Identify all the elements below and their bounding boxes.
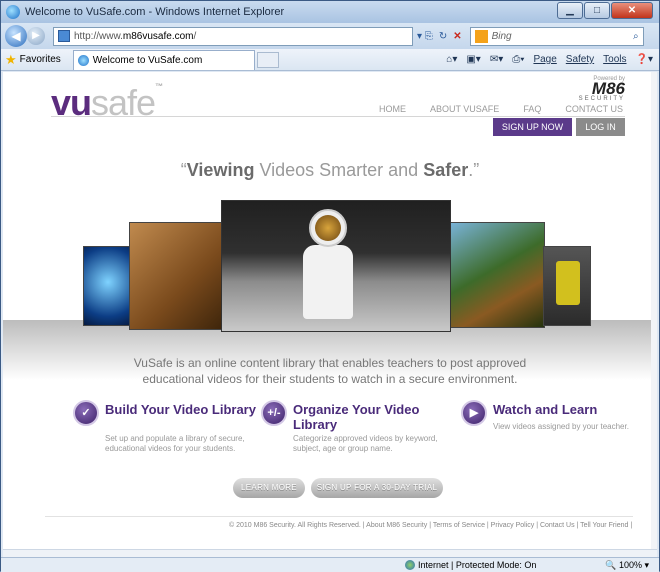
back-button[interactable]: ◀	[5, 25, 27, 47]
favorites-button[interactable]: Favorites	[20, 54, 61, 65]
forward-button[interactable]: ▶	[27, 27, 45, 45]
dinosaur-thumbnail[interactable]	[449, 222, 545, 328]
compatibility-icon[interactable]: ▾ ⎘	[417, 31, 433, 42]
window-title: Welcome to VuSafe.com - Windows Internet…	[25, 6, 285, 18]
stop-icon[interactable]: ✕	[453, 31, 461, 42]
feeds-icon[interactable]: ▣▾	[466, 54, 480, 65]
hieroglyphs-thumbnail[interactable]	[129, 222, 223, 330]
status-bar: Internet | Protected Mode: On 🔍 100% ▾	[1, 557, 659, 572]
footer-links[interactable]: © 2010 M86 Security. All Rights Reserved…	[229, 522, 632, 529]
trial-signup-button[interactable]: SIGN UP FOR A 30-DAY TRIAL	[311, 478, 443, 498]
nav-contact[interactable]: CONTACT US	[565, 104, 623, 114]
robot-thumbnail[interactable]	[543, 246, 591, 326]
address-row: ◀ ▶ http://www. m86vusafe.com / ▾ ⎘ ↻ ✕ Bi…	[1, 23, 659, 49]
refresh-icon[interactable]: ↻	[439, 31, 447, 42]
intro-description: VuSafe is an online content library that…	[133, 356, 527, 386]
sign-up-button[interactable]: SIGN UP NOW	[493, 118, 572, 136]
safety-menu[interactable]: Safety	[566, 54, 594, 65]
tagline-viewing: Viewing	[186, 160, 255, 180]
url-domain: m86vusafe.com	[122, 30, 194, 42]
logo-tm: ™	[155, 82, 163, 91]
minimize-button[interactable]: ▁	[557, 2, 583, 19]
new-tab-button[interactable]	[256, 51, 279, 68]
zone-text: Internet | Protected Mode: On	[418, 560, 537, 570]
globe-icon	[405, 560, 415, 570]
tagline-safer: Safer	[423, 160, 469, 180]
zoom-value: 100%	[618, 559, 642, 570]
security-zone[interactable]: Internet | Protected Mode: On	[405, 560, 536, 570]
feature-title[interactable]: Watch and Learn	[493, 402, 653, 417]
learn-more-button[interactable]: LEARN MORE	[233, 478, 305, 498]
browser-window: Welcome to VuSafe.com - Windows Internet…	[0, 0, 660, 572]
m86-mark: M86	[591, 79, 625, 98]
command-bar: ⌂▾ ▣▾ ✉▾ ⎙▾ Page Safety Tools ❓▾	[446, 54, 653, 65]
feature-desc: Categorize approved videos by keyword, s…	[293, 434, 438, 453]
tools-menu[interactable]: Tools	[603, 54, 626, 65]
favorites-star-icon[interactable]: ★	[5, 52, 17, 68]
robot-figure	[556, 261, 580, 305]
title-bar: Welcome to VuSafe.com - Windows Internet…	[1, 1, 659, 23]
horizontal-scrollbar[interactable]	[3, 549, 657, 557]
jellyfish-thumbnail[interactable]	[83, 246, 133, 326]
m86-logo[interactable]: Powered by M86 SECURITY	[579, 76, 625, 102]
maximize-button[interactable]: □	[584, 2, 610, 19]
feature-desc: Set up and populate a library of secure,…	[105, 434, 245, 453]
url-prefix: http://www.	[74, 30, 123, 42]
nav-faq[interactable]: FAQ	[523, 104, 541, 114]
tab-vusafe[interactable]: Welcome to VuSafe.com	[72, 49, 255, 70]
checkmark-icon: ✓	[73, 400, 99, 426]
play-icon: ▶	[461, 400, 487, 426]
home-icon[interactable]: ⌂▾	[446, 54, 457, 65]
search-icon[interactable]: ⌕	[633, 31, 639, 42]
print-icon[interactable]: ⎙▾	[512, 54, 524, 65]
url-suffix: /	[193, 30, 197, 42]
feature-title[interactable]: Organize Your Video Library	[293, 402, 453, 432]
page-menu[interactable]: Page	[533, 54, 556, 65]
feature-title[interactable]: Build Your Video Library	[105, 402, 265, 417]
tagline-quote-close: .”	[468, 160, 480, 180]
header-divider	[51, 116, 625, 117]
ie-logo-icon	[6, 5, 20, 19]
feature-desc: View videos assigned by your teacher.	[493, 422, 629, 431]
help-icon[interactable]: ❓▾	[636, 54, 653, 65]
address-bar[interactable]: http://www. m86vusafe.com /	[53, 26, 413, 46]
plus-minus-icon: +/-	[261, 400, 287, 426]
zoom-level[interactable]: 🔍 100% ▾	[605, 560, 649, 571]
vusafe-logo[interactable]: vusafe™	[51, 82, 163, 124]
astronaut-figure	[301, 209, 355, 321]
log-in-button[interactable]: LOG IN	[576, 118, 625, 136]
tagline: “Viewing Videos Smarter and Safer.”	[3, 160, 657, 181]
page-content: vusafe™ Powered by M86 SECURITY HOME ABO…	[3, 72, 657, 549]
footer-divider	[45, 516, 633, 517]
astronaut-video-featured[interactable]	[221, 200, 451, 332]
nav-home[interactable]: HOME	[379, 104, 406, 114]
nav-about[interactable]: ABOUT VUSAFE	[430, 104, 499, 114]
search-box[interactable]: Bing ⌕	[469, 26, 644, 46]
vertical-scrollbar[interactable]	[651, 72, 657, 549]
tab-ie-icon	[77, 54, 89, 66]
close-button[interactable]: ✕	[611, 2, 653, 19]
mail-icon[interactable]: ✉▾	[490, 54, 503, 65]
m86-security: SECURITY	[578, 96, 625, 102]
tab-title: Welcome to VuSafe.com	[92, 54, 203, 66]
search-placeholder: Bing	[491, 30, 512, 42]
page-icon	[58, 30, 70, 42]
main-nav: HOME ABOUT VUSAFE FAQ CONTACT US	[379, 104, 623, 114]
bing-icon	[474, 29, 488, 43]
tagline-middle: Videos Smarter and	[254, 160, 424, 180]
favorites-bar: ★ Favorites Welcome to VuSafe.com ⌂▾ ▣▾ …	[1, 49, 659, 71]
